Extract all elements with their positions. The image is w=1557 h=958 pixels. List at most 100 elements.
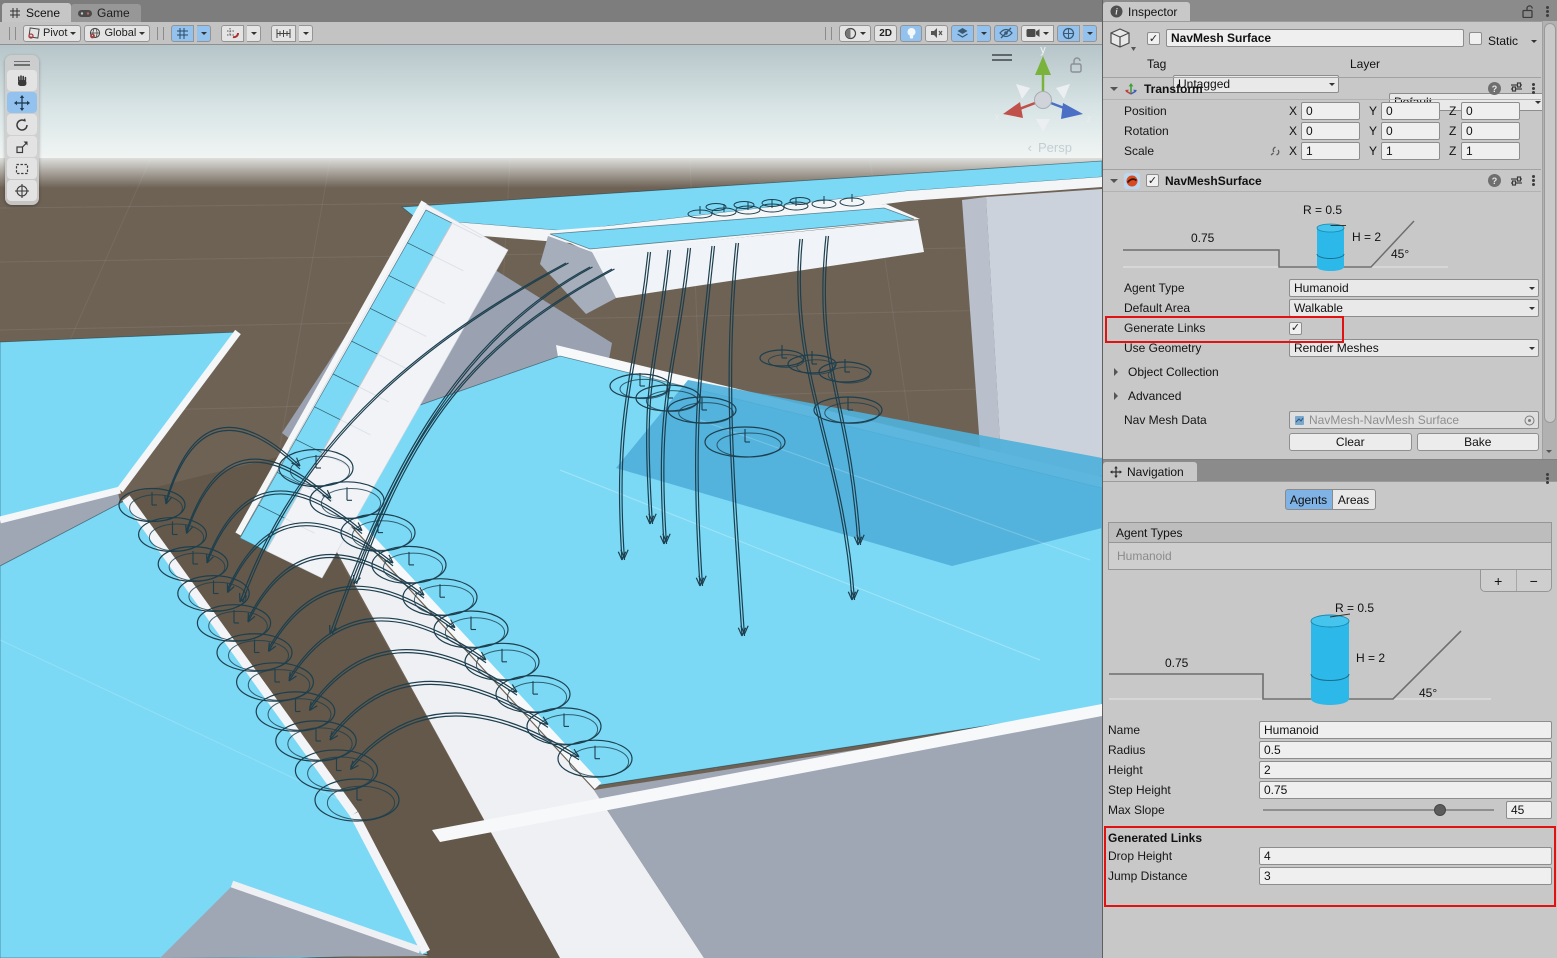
diagram-step-label: 0.75 <box>1191 231 1215 245</box>
move-tool-button[interactable] <box>7 92 37 113</box>
snap-increment-button[interactable] <box>271 25 296 42</box>
default-area-dropdown[interactable]: Walkable <box>1289 299 1539 317</box>
persp-label[interactable]: Persp <box>1038 140 1072 155</box>
effects-dropdown[interactable] <box>977 25 991 42</box>
transform-tool-button[interactable] <box>7 180 37 201</box>
scrollbar-thumb[interactable] <box>1544 23 1556 423</box>
scene-visibility-button[interactable] <box>994 25 1018 42</box>
tab-inspector[interactable]: i Inspector <box>1103 2 1190 21</box>
position-y-field[interactable]: 0 <box>1381 102 1440 120</box>
scene-lighting-button[interactable] <box>900 25 922 42</box>
transform-header[interactable]: Transform ? <box>1103 77 1541 100</box>
tools-drag-handle[interactable] <box>7 57 37 69</box>
rotate-tool-button[interactable] <box>7 114 37 135</box>
gameobject-name-field[interactable]: NavMesh Surface <box>1166 29 1464 47</box>
rotation-label: Rotation <box>1124 124 1289 138</box>
2d-mode-button[interactable]: 2D <box>874 25 897 42</box>
foldout-open-icon[interactable] <box>1110 179 1118 187</box>
grid-visibility-button[interactable] <box>171 25 194 42</box>
static-dropdown-icon[interactable] <box>1531 40 1537 46</box>
presets-icon[interactable] <box>1510 81 1523 93</box>
scene-effects-button[interactable] <box>951 25 974 42</box>
rotation-y-field[interactable]: 0 <box>1381 122 1440 140</box>
height-field[interactable]: 2 <box>1259 761 1552 779</box>
scale-tool-button[interactable] <box>7 136 37 157</box>
draw-mode-dropdown[interactable] <box>839 25 871 42</box>
rotation-x-field[interactable]: 0 <box>1301 122 1360 140</box>
agent-type-dropdown[interactable]: Humanoid <box>1289 279 1539 297</box>
scale-y-field[interactable]: 1 <box>1381 142 1440 160</box>
add-agent-button[interactable]: + <box>1481 570 1516 591</box>
rect-tool-button[interactable] <box>7 158 37 179</box>
hand-tool-button[interactable] <box>7 70 37 91</box>
bake-button[interactable]: Bake <box>1417 433 1540 451</box>
scroll-down-icon[interactable] <box>1546 450 1552 456</box>
object-picker-icon[interactable] <box>1524 415 1535 426</box>
help-icon[interactable]: ? <box>1488 82 1501 95</box>
presets-icon[interactable] <box>1510 175 1523 187</box>
areas-tab[interactable]: Areas <box>1332 489 1376 510</box>
scale-z-field[interactable]: 1 <box>1461 142 1520 160</box>
toolbar-drag-handle[interactable] <box>9 27 16 40</box>
gizmos-dropdown[interactable] <box>1083 25 1097 42</box>
toolbar-drag-handle[interactable] <box>825 27 832 40</box>
help-icon[interactable]: ? <box>1488 174 1501 187</box>
rect-tool-icon <box>14 161 30 177</box>
pivot-toggle-button[interactable]: Pivot <box>23 25 81 42</box>
rotation-z-field[interactable]: 0 <box>1461 122 1520 140</box>
navigation-menu-icon[interactable] <box>1546 473 1549 476</box>
unlock-icon[interactable] <box>1522 5 1534 18</box>
clear-button[interactable]: Clear <box>1289 433 1412 451</box>
nav-mesh-data-value: NavMesh-NavMesh Surface <box>1309 413 1459 427</box>
tab-game[interactable]: Game <box>71 4 141 22</box>
foldout-open-icon[interactable] <box>1110 87 1118 95</box>
gizmos-toggle-button[interactable] <box>1057 25 1080 42</box>
object-collection-foldout[interactable]: Object Collection <box>1103 363 1557 381</box>
use-geometry-dropdown[interactable]: Render Meshes <box>1289 339 1539 357</box>
scale-row: Scale X1 Y1 Z1 <box>1103 141 1542 161</box>
axis-z-label: Z <box>1449 104 1461 118</box>
static-checkbox[interactable] <box>1469 32 1482 45</box>
step-height-field[interactable]: 0.75 <box>1259 781 1552 799</box>
link-broken-icon[interactable] <box>1269 145 1283 157</box>
snap-increment-dropdown[interactable] <box>299 25 313 42</box>
global-toggle-button[interactable]: Global <box>84 25 150 42</box>
grid-options-dropdown[interactable] <box>197 25 211 42</box>
advanced-foldout[interactable]: Advanced <box>1103 387 1557 405</box>
inspector-menu-icon[interactable] <box>1546 6 1549 9</box>
generate-links-checkbox[interactable] <box>1289 322 1302 335</box>
agent-type-list-item[interactable]: Humanoid <box>1108 543 1552 570</box>
position-z-field[interactable]: 0 <box>1461 102 1520 120</box>
tab-scene[interactable]: Scene <box>2 3 71 22</box>
jump-distance-row: Jump Distance 3 <box>1103 866 1557 886</box>
tab-navigation[interactable]: Navigation <box>1103 462 1197 481</box>
name-field[interactable]: Humanoid <box>1259 721 1552 739</box>
scene-viewport[interactable]: y x z ‹ Persp <box>0 45 1102 958</box>
scale-x-field[interactable]: 1 <box>1301 142 1360 160</box>
name-row: Name Humanoid <box>1103 720 1557 740</box>
drop-height-field[interactable]: 4 <box>1259 847 1552 865</box>
toolbar-drag-handle[interactable] <box>157 27 164 40</box>
gameobject-active-checkbox[interactable] <box>1147 32 1160 45</box>
snap-toggle-button[interactable] <box>221 25 244 42</box>
max-slope-field[interactable]: 45 <box>1506 801 1552 819</box>
component-enabled-checkbox[interactable] <box>1146 174 1159 187</box>
remove-agent-button[interactable]: − <box>1516 570 1552 591</box>
gameobject-cube-icon <box>1109 27 1139 55</box>
component-menu-icon[interactable] <box>1532 175 1535 178</box>
camera-settings-button[interactable] <box>1021 25 1054 42</box>
height-label: Height <box>1108 763 1259 777</box>
snap-options-dropdown[interactable] <box>247 25 261 42</box>
jump-distance-field[interactable]: 3 <box>1259 867 1552 885</box>
gizmo-center[interactable] <box>1035 92 1052 109</box>
radius-field[interactable]: 0.5 <box>1259 741 1552 759</box>
navmeshsurface-header[interactable]: NavMeshSurface ? <box>1103 169 1541 192</box>
component-menu-icon[interactable] <box>1532 83 1535 86</box>
agents-tab[interactable]: Agents <box>1285 489 1332 510</box>
inspector-scrollbar[interactable] <box>1542 21 1557 459</box>
slider-thumb[interactable] <box>1434 804 1446 816</box>
max-slope-slider[interactable] <box>1263 809 1494 811</box>
scene-audio-button[interactable] <box>925 25 948 42</box>
position-x-field[interactable]: 0 <box>1301 102 1360 120</box>
nav-mesh-data-object-field[interactable]: NavMesh-NavMesh Surface <box>1289 411 1539 429</box>
